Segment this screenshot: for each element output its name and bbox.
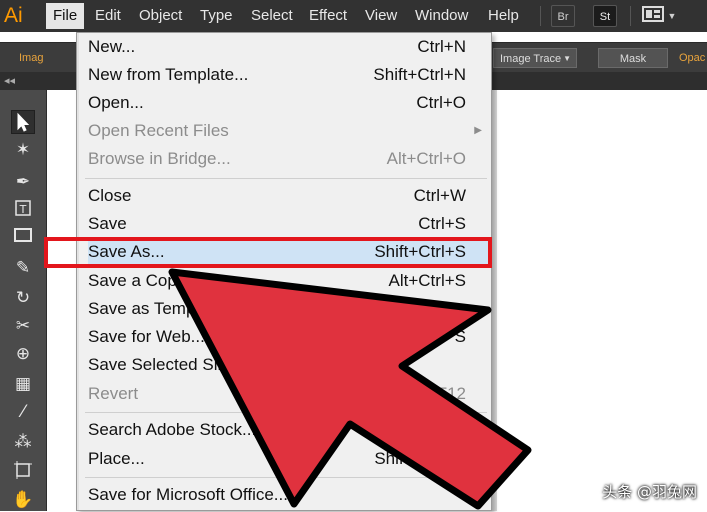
menubar-divider — [540, 6, 541, 26]
menu-separator — [85, 178, 487, 179]
pencil-tool-icon[interactable]: ✎ — [11, 256, 35, 280]
warp-tool-icon[interactable]: ✂ — [11, 314, 35, 338]
app-logo: Ai — [4, 4, 23, 27]
menu-object[interactable]: Object — [132, 3, 189, 29]
bridge-icon[interactable]: Br — [551, 5, 575, 27]
rectangle-tool-icon[interactable] — [11, 226, 35, 250]
image-trace-label: Image Trace — [500, 53, 562, 65]
arrange-documents-icon[interactable] — [641, 5, 665, 27]
submenu-arrow-icon: ▶ — [474, 125, 482, 136]
menu-item-place[interactable]: Place... Shift+Ctrl+P — [88, 445, 488, 473]
menu-item-save-ms-office[interactable]: Save for Microsoft Office... — [88, 481, 488, 509]
menu-effect[interactable]: Effect — [302, 3, 354, 29]
mask-button[interactable]: Mask — [598, 48, 668, 68]
menu-item-browse-bridge[interactable]: Browse in Bridge... Alt+Ctrl+O — [88, 145, 488, 173]
control-image-label[interactable]: Imag — [19, 48, 43, 68]
hand-tool-icon[interactable]: ✋ — [11, 488, 35, 512]
symbol-sprayer-icon[interactable]: ⁂ — [11, 430, 35, 454]
menu-item-save-template[interactable]: Save as Template... — [88, 295, 488, 323]
menu-file[interactable]: File — [46, 3, 85, 29]
menu-item-open-recent[interactable]: Open Recent Files ▶ — [88, 117, 488, 145]
menu-item-save-slices[interactable]: Save Selected Slices... — [88, 351, 488, 379]
image-trace-button[interactable]: Image Trace ▼ — [493, 48, 577, 68]
menu-item-save[interactable]: Save Ctrl+S — [88, 210, 488, 238]
menu-edit[interactable]: Edit — [88, 3, 128, 29]
type-tool-icon[interactable]: T — [11, 198, 35, 222]
menu-window[interactable]: Window — [408, 3, 475, 29]
menu-help[interactable]: Help — [481, 3, 526, 29]
shape-builder-icon[interactable]: ⊕ — [11, 342, 35, 366]
pen-tool-icon[interactable]: ✒ — [11, 170, 35, 194]
tools-panel: ✶ ✒ T ✎ ↻ ✂ ⊕ ▦ ⁄ ⁂ ✋ — [0, 90, 47, 511]
menu-separator — [85, 477, 487, 478]
magic-wand-icon[interactable]: ✶ — [11, 138, 35, 162]
chevron-down-icon[interactable]: ▼ — [666, 5, 678, 27]
menu-item-close[interactable]: Close Ctrl+W — [88, 182, 488, 210]
menu-item-search-stock[interactable]: Search Adobe Stock... — [88, 416, 488, 444]
menu-item-save-copy[interactable]: Save a Copy... Alt+Ctrl+S — [88, 267, 488, 295]
canvas-edge — [492, 90, 497, 511]
menu-view[interactable]: View — [358, 3, 404, 29]
collapse-panels-icon[interactable]: ◂◂ — [4, 74, 15, 87]
menu-type[interactable]: Type — [193, 3, 240, 29]
opacity-label[interactable]: Opac — [679, 48, 705, 68]
artboard-tool-icon[interactable] — [11, 460, 35, 484]
menu-item-save-for-web[interactable]: Save for Web... S — [88, 323, 488, 351]
menu-item-new[interactable]: New... Ctrl+N — [88, 33, 488, 61]
menu-separator — [85, 412, 487, 413]
menu-item-new-from-template[interactable]: New from Template... Shift+Ctrl+N — [88, 61, 488, 89]
menu-item-open[interactable]: Open... Ctrl+O — [88, 89, 488, 117]
rotate-tool-icon[interactable]: ↻ — [11, 286, 35, 310]
save-as-highlight-box — [44, 237, 492, 268]
svg-text:T: T — [19, 203, 27, 216]
eyedropper-icon[interactable]: ⁄ — [11, 400, 35, 424]
stock-icon[interactable]: St — [593, 5, 617, 27]
watermark: 头条 @羽兔网 — [602, 483, 697, 501]
chevron-down-icon: ▼ — [563, 54, 571, 63]
menu-bar: Ai File Edit Object Type Select Effect V… — [0, 0, 707, 32]
menu-item-revert[interactable]: Revert F12 — [88, 380, 488, 408]
file-menu-dropdown: New... Ctrl+N New from Template... Shift… — [76, 32, 492, 511]
perspective-grid-icon[interactable]: ▦ — [11, 372, 35, 396]
menu-select[interactable]: Select — [244, 3, 300, 29]
selection-tool-icon[interactable] — [11, 110, 35, 134]
menubar-divider — [630, 6, 631, 26]
